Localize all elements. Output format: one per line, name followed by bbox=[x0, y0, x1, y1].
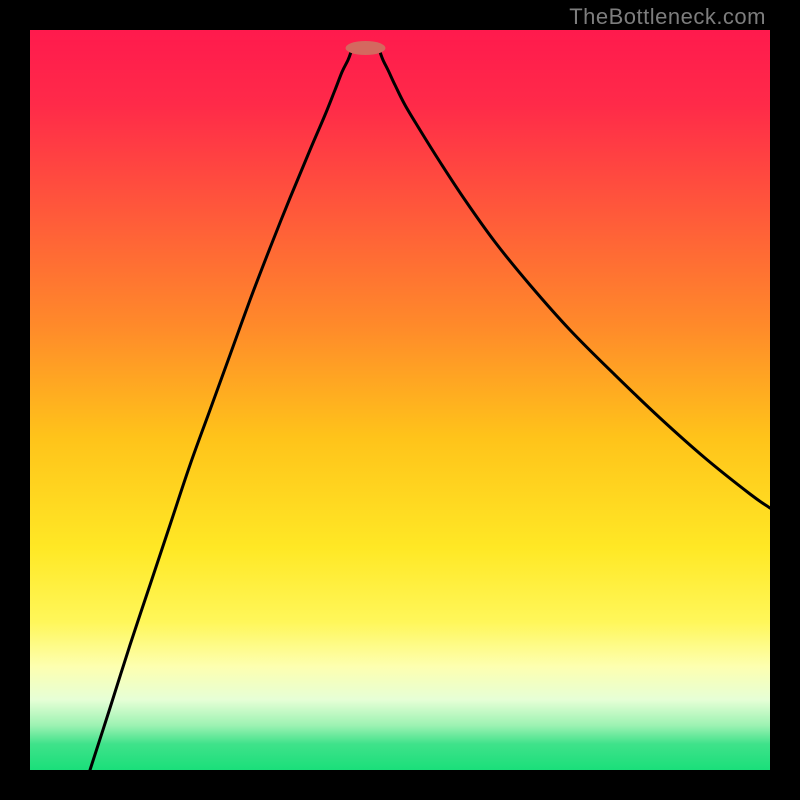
gradient-background bbox=[30, 30, 770, 770]
plot-svg bbox=[30, 30, 770, 770]
valley-marker bbox=[346, 41, 386, 55]
plot-area bbox=[30, 30, 770, 770]
watermark-text: TheBottleneck.com bbox=[569, 4, 766, 30]
chart-frame: TheBottleneck.com bbox=[0, 0, 800, 800]
